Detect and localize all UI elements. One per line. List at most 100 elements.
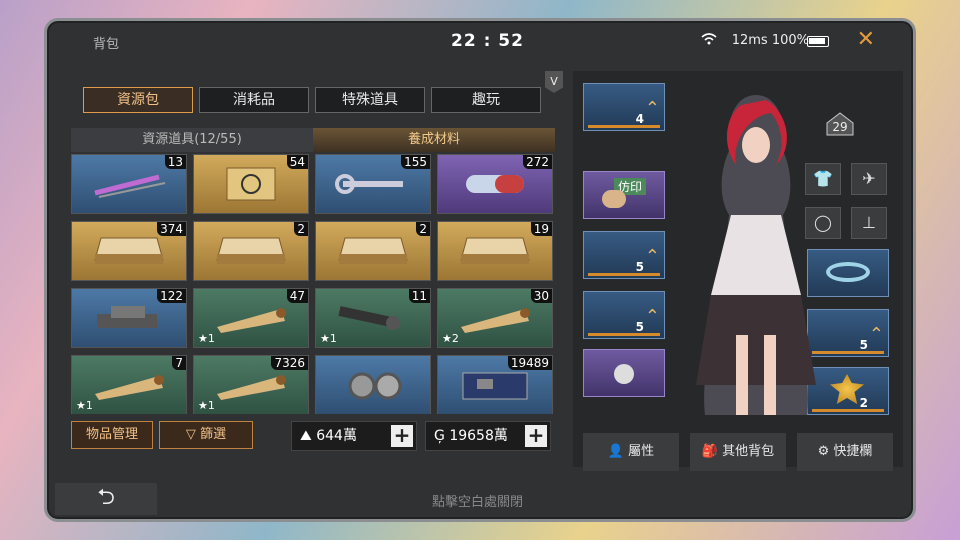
- inventory-window: 背包 22 : 52 12ms 100% ✕ 資源包 消耗品 特殊道具 趣玩 V…: [44, 18, 916, 522]
- slot-imprint[interactable]: 仿印: [583, 171, 665, 219]
- attributes-button[interactable]: 👤 屬性: [583, 433, 679, 471]
- slot-armor[interactable]: ⌃ 5: [583, 231, 665, 279]
- person-icon: 👤: [607, 444, 629, 459]
- item-star-rank: ★2: [442, 332, 459, 345]
- item-grid: 13 54 155 272 374 2 2 19 122 47 ★1 11 ★1 30 ★2 7 ★1 7326 ★…: [71, 154, 555, 414]
- item-count: 54: [286, 155, 308, 169]
- drone-tool-icon[interactable]: ✈: [851, 163, 887, 195]
- other-bag-button[interactable]: 🎒 其他背包: [690, 433, 786, 471]
- syringe-icon: [89, 169, 169, 203]
- mountain-icon: ⛰: [300, 428, 312, 444]
- filter-icon: ▽: [185, 427, 201, 442]
- gear-icon: ⚙: [817, 444, 834, 459]
- vip-badge-icon[interactable]: V: [545, 71, 563, 93]
- slot-drone[interactable]: [583, 349, 665, 397]
- item-slot[interactable]: 47 ★1: [193, 288, 309, 348]
- item-slot[interactable]: 19: [437, 221, 553, 281]
- item-count: 13: [164, 155, 186, 169]
- item-count: 19: [530, 222, 552, 236]
- item-slot[interactable]: 13: [71, 154, 187, 214]
- subtab-growth-materials[interactable]: 養成材料: [313, 128, 555, 152]
- category-tabs: 資源包 消耗品 特殊道具 趣玩: [83, 87, 541, 113]
- slot-level: 4: [635, 112, 644, 126]
- battery-icon: [807, 36, 829, 47]
- currency-material-value: 644萬: [316, 428, 357, 444]
- folder-icon: [335, 232, 411, 274]
- upgrade-icon: ⌃: [644, 306, 660, 327]
- grid-actions: 物品管理 ▽ 篩選: [71, 421, 253, 449]
- back-button[interactable]: ⮌: [55, 483, 157, 515]
- item-slot[interactable]: 2: [315, 221, 431, 281]
- slot-weapon[interactable]: ⌃ 5: [583, 291, 665, 339]
- item-count: 155: [401, 155, 430, 169]
- currency-coin: Ģ 19658萬 +: [425, 421, 551, 451]
- item-count: 122: [157, 289, 186, 303]
- progress-bar: [588, 333, 660, 336]
- slot-helmet[interactable]: ⌃ 4: [583, 83, 665, 131]
- tripod-icon[interactable]: ⊥: [851, 207, 887, 239]
- scroll-icon: [455, 301, 535, 339]
- tab-fun[interactable]: 趣玩: [431, 87, 541, 113]
- filter-button[interactable]: ▽ 篩選: [159, 421, 253, 449]
- item-slot[interactable]: 155: [315, 154, 431, 214]
- manage-items-button[interactable]: 物品管理: [71, 421, 153, 449]
- item-count: 2: [294, 222, 308, 236]
- close-hint: 點擊空白處關閉: [432, 495, 524, 510]
- bearing-icon: [338, 368, 408, 406]
- item-slot[interactable]: 7326 ★1: [193, 355, 309, 414]
- close-button[interactable]: ✕: [857, 27, 875, 52]
- currency-coin-value: 19658萬: [449, 428, 508, 444]
- item-star-rank: ★1: [198, 399, 215, 412]
- folder-icon: [91, 232, 167, 274]
- upgrade-icon: ⌃: [644, 246, 660, 267]
- item-slot[interactable]: 30 ★2: [437, 288, 553, 348]
- gun-parts-icon: [333, 301, 413, 339]
- item-slot[interactable]: 54: [193, 154, 309, 214]
- bag-icon: 🎒: [701, 444, 723, 459]
- shortcut-bar-label: 快捷欄: [833, 444, 873, 459]
- capsule-icon: [460, 167, 530, 205]
- attributes-label: 屬性: [628, 444, 655, 459]
- other-bag-label: 其他背包: [722, 444, 775, 459]
- window-title: 背包: [93, 37, 120, 52]
- footer: ⮌ 點擊空白處關閉: [47, 479, 913, 519]
- subtab-resource-items[interactable]: 資源道具(12/55): [71, 128, 313, 152]
- item-slot[interactable]: 122: [71, 288, 187, 348]
- tab-special-items[interactable]: 特殊道具: [315, 87, 425, 113]
- slot-level: 2: [859, 396, 868, 410]
- slot-level: 5: [635, 260, 644, 274]
- add-material-button[interactable]: +: [391, 425, 413, 447]
- progress-bar: [588, 273, 660, 276]
- item-slot[interactable]: 11 ★1: [315, 288, 431, 348]
- item-slot[interactable]: 374: [71, 221, 187, 281]
- wifi-icon: [701, 33, 717, 49]
- status-bar: 背包 22 : 52 12ms 100% ✕: [47, 21, 913, 57]
- item-count: 272: [523, 155, 552, 169]
- wrench-icon: [333, 169, 413, 203]
- item-star-rank: ★1: [198, 332, 215, 345]
- add-coin-button[interactable]: +: [525, 425, 547, 447]
- sub-tabs: 資源道具(12/55) 養成材料: [71, 128, 555, 152]
- upgrade-icon: ⌃: [644, 98, 660, 119]
- item-slot[interactable]: 2: [193, 221, 309, 281]
- item-slot[interactable]: 7 ★1: [71, 355, 187, 414]
- item-slot[interactable]: 272: [437, 154, 553, 214]
- hand-icon: [602, 190, 626, 208]
- item-slot[interactable]: [315, 355, 431, 414]
- item-slot[interactable]: 19489: [437, 355, 553, 414]
- scroll-icon: [211, 368, 291, 406]
- item-count: 11: [408, 289, 430, 303]
- circuit-board-icon: [457, 367, 533, 407]
- folder-icon: [213, 232, 289, 274]
- item-count: 19489: [507, 356, 552, 370]
- chip-box-icon: [223, 164, 279, 208]
- tab-resource-pack[interactable]: 資源包: [83, 87, 193, 113]
- coin-icon: Ģ: [434, 428, 445, 444]
- tab-consumables[interactable]: 消耗品: [199, 87, 309, 113]
- bracelet-icon: [826, 262, 870, 282]
- progress-bar: [588, 125, 660, 128]
- filter-label: 篩選: [200, 427, 227, 442]
- shortcut-bar-button[interactable]: ⚙ 快捷欄: [797, 433, 893, 471]
- metal-parts-icon: [89, 300, 169, 340]
- item-count: 374: [157, 222, 186, 236]
